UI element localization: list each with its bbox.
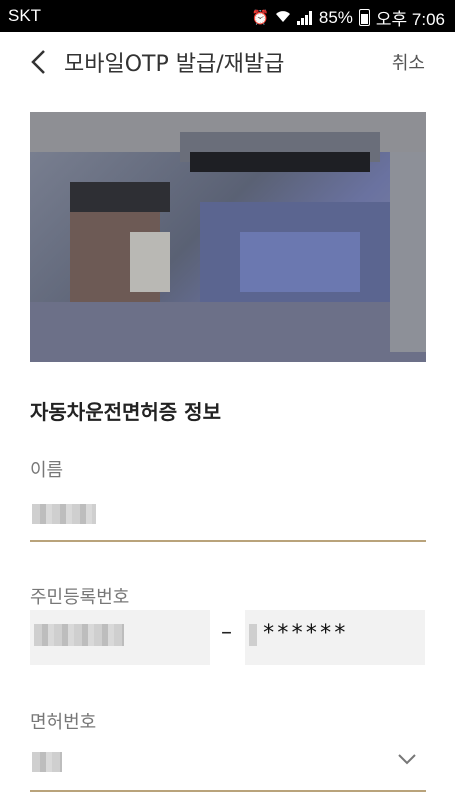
rrn-front-input[interactable] (30, 610, 210, 665)
name-value-obscured (32, 504, 96, 524)
wifi-icon (275, 9, 291, 26)
rrn-back-masked: ****** (262, 621, 348, 646)
section-title: 자동차운전면허증 정보 (30, 400, 221, 424)
app-header: 모바일OTP 발급/재발급 취소 (0, 32, 455, 90)
chevron-down-icon[interactable] (397, 752, 417, 766)
license-value-obscured (32, 752, 62, 772)
battery-percent: 85% (318, 7, 353, 27)
rrn-separator: – (221, 620, 232, 645)
rrn-back-first-digit-obscured (249, 624, 257, 646)
license-photo (30, 112, 426, 362)
name-label: 이름 (30, 460, 64, 481)
license-label: 면허번호 (30, 712, 97, 733)
alarm-icon: ⏰ (251, 9, 269, 25)
back-arrow-icon[interactable] (26, 48, 54, 76)
clock: 오후 7:06 (375, 10, 445, 29)
carrier-label: SKT (8, 6, 42, 25)
status-icons: ⏰ 85% 오후 7:06 (251, 5, 445, 30)
battery-icon (358, 9, 370, 26)
cancel-button[interactable]: 취소 (392, 49, 425, 75)
signal-icon (296, 10, 313, 25)
name-input[interactable] (30, 492, 426, 542)
status-bar: SKT ⏰ 85% 오후 7:06 (0, 0, 455, 32)
rrn-front-value-obscured (34, 624, 124, 646)
license-select[interactable] (30, 740, 426, 792)
rrn-label: 주민등록번호 (30, 587, 130, 608)
page-title: 모바일OTP 발급/재발급 (64, 52, 285, 77)
